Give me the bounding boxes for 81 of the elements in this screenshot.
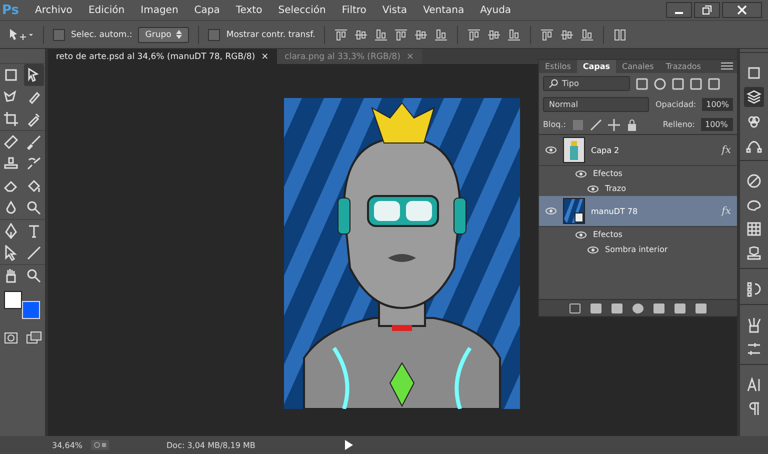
layer-thumbnail [563,137,585,163]
foreground-color-swatch[interactable] [4,291,22,309]
eye-icon[interactable] [587,246,599,254]
eye-icon[interactable] [575,230,587,238]
menu-item[interactable]: Selección [270,4,334,16]
eye-icon[interactable] [587,184,599,192]
restore-button[interactable] [694,2,720,18]
menu-item[interactable]: Ayuda [472,4,520,16]
checkbox-label: Selec. autom.: [71,30,132,40]
preview-icon[interactable] [90,440,109,450]
effect-name: Trazo [605,184,626,193]
layer-row[interactable]: Capa 2 fx [539,135,737,166]
menu-item[interactable]: Texto [228,4,270,16]
lock-label: Bloq.: [543,120,566,129]
background-color-swatch[interactable] [22,301,40,319]
minimize-icon [675,12,683,14]
menu-item[interactable]: Capa [186,4,228,16]
document-tab[interactable]: reto de arte.psd al 34,6% (manuDT 78, RGB/8) × [48,49,277,64]
checkbox[interactable] [208,28,220,40]
eye-icon[interactable] [545,146,557,154]
layer-name: Capa 2 [591,146,620,154]
lock-icon[interactable] [626,118,638,130]
fill-field[interactable]: 100% [701,118,733,131]
checkbox[interactable] [53,28,65,40]
menu-item[interactable]: Ventana [415,4,472,16]
panel-tab[interactable]: Trazados [660,60,707,73]
fill-label: Relleno: [662,120,695,129]
opacity-field[interactable]: 100% [702,98,733,111]
document-tab[interactable]: clara.png al 33,3% (RGB/8) × [276,49,422,64]
eye-icon[interactable] [545,207,557,215]
checkbox-label: Mostrar contr. transf. [226,30,316,40]
align-icon[interactable] [540,28,554,40]
align-icon[interactable] [414,28,428,40]
updown-arrows-icon [176,30,182,39]
close-button[interactable] [722,2,762,18]
close-icon [737,5,747,15]
layer-mode-dropdown[interactable]: Grupo [138,26,190,42]
fx-label: fx [722,144,731,156]
close-tab-button[interactable]: × [406,52,414,62]
move-icon[interactable] [24,64,44,86]
align-icon[interactable] [374,28,388,40]
restore-icon [702,5,712,15]
filter-dropdown[interactable]: Tipo [543,76,630,91]
opacity-label: Opacidad: [655,100,696,109]
minimize-button[interactable] [666,2,692,18]
effect-name: Sombra interior [605,245,668,254]
play-icon[interactable] [344,440,353,450]
fx-label: fx [722,206,731,216]
menu-item[interactable]: Edición [80,4,133,16]
move-lock-icon[interactable] [608,118,620,130]
layer-name: manuDT 78 [591,206,638,216]
align-icon[interactable] [434,28,448,40]
align-icon[interactable] [487,28,502,40]
close-tab-button[interactable]: × [261,52,269,62]
align-icon[interactable] [467,28,482,40]
menu-item[interactable]: Filtro [334,4,374,16]
align-icon[interactable] [580,28,594,40]
document-size: Doc: 3,04 MB/8,19 MB [166,440,256,450]
effects-label: Efectos [593,230,622,239]
zoom-level[interactable]: 34,64% [52,440,83,450]
effects-label: Efectos [593,169,622,178]
align-icon[interactable] [354,28,368,40]
menu-item[interactable]: Imagen [132,4,186,16]
layer-thumbnail [563,198,585,224]
distribute-icon[interactable] [613,28,628,40]
panel-tab[interactable]: Estilos [539,60,577,73]
align-icon[interactable] [394,28,408,40]
menu-item[interactable]: Vista [374,4,416,16]
blend-mode-dropdown[interactable]: Normal [543,97,650,112]
menu-item[interactable]: Archivo [27,4,80,16]
layers-icon[interactable] [744,87,764,107]
align-icon[interactable] [334,28,348,40]
align-icon[interactable] [507,28,522,40]
eye-icon[interactable] [575,170,587,178]
align-icon[interactable] [560,28,574,40]
brush-lock-icon[interactable] [590,118,602,130]
panel-tab[interactable]: Capas [576,60,616,73]
search-icon [549,79,558,88]
move-tool-icon[interactable] [8,28,34,42]
layer-row[interactable]: manuDT 78 fx [539,196,737,227]
panel-tab[interactable]: Canales [616,60,660,73]
